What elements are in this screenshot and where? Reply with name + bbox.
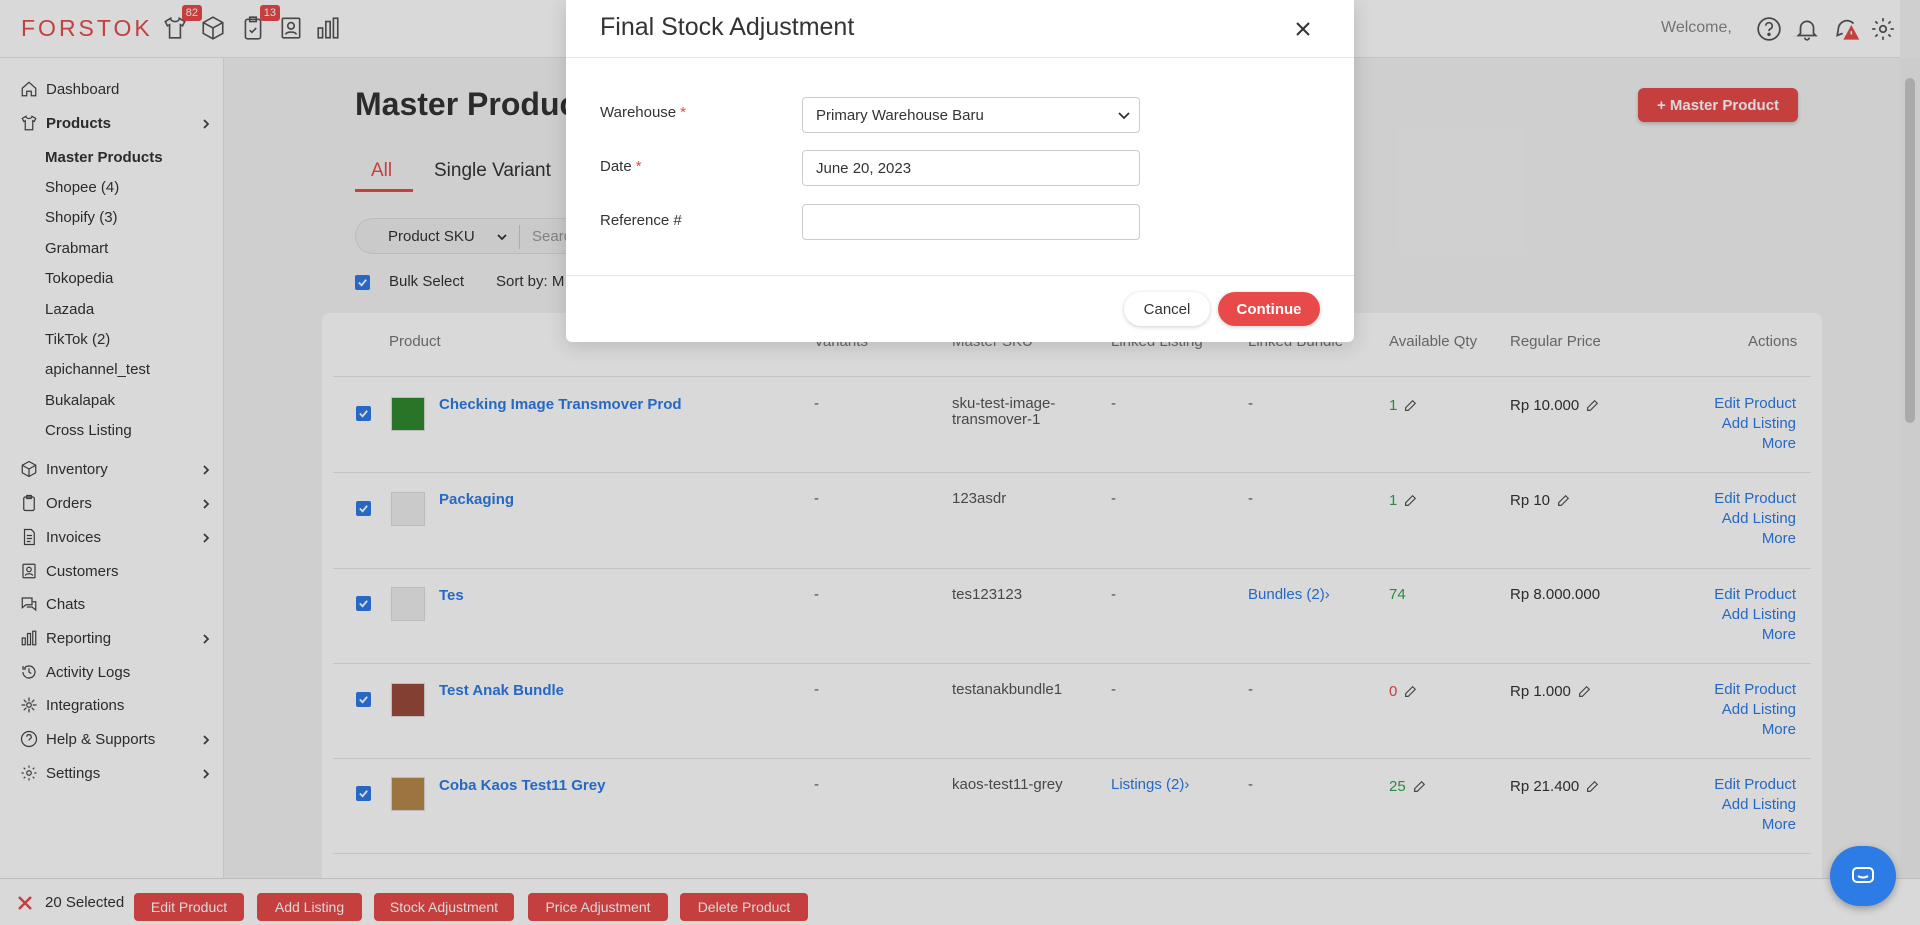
chat-widget-button[interactable] bbox=[1830, 846, 1896, 906]
warehouse-label-text: Warehouse bbox=[600, 104, 677, 121]
modal-title: Final Stock Adjustment bbox=[600, 13, 855, 41]
close-icon[interactable] bbox=[1294, 20, 1314, 40]
cancel-button[interactable]: Cancel bbox=[1124, 292, 1210, 326]
required-marker: * bbox=[680, 104, 686, 121]
date-value: June 20, 2023 bbox=[816, 160, 912, 177]
modal-footer-divider bbox=[566, 275, 1354, 276]
continue-button[interactable]: Continue bbox=[1218, 292, 1320, 326]
date-input[interactable]: June 20, 2023 bbox=[802, 150, 1140, 186]
date-label-text: Date bbox=[600, 158, 632, 175]
required-marker: * bbox=[635, 158, 642, 175]
reference-label: Reference # bbox=[600, 212, 682, 229]
warehouse-selected-value: Primary Warehouse Baru bbox=[816, 107, 984, 124]
final-stock-adjustment-modal: Final Stock Adjustment Warehouse * Primar… bbox=[566, 0, 1354, 342]
modal-header-divider bbox=[566, 57, 1354, 58]
chevron-down-icon bbox=[1117, 108, 1131, 122]
warehouse-label: Warehouse * bbox=[600, 104, 686, 121]
date-label: Date * bbox=[600, 158, 642, 175]
warehouse-select[interactable]: Primary Warehouse Baru bbox=[802, 97, 1140, 133]
chat-icon bbox=[1852, 867, 1874, 883]
reference-input[interactable] bbox=[802, 204, 1140, 240]
